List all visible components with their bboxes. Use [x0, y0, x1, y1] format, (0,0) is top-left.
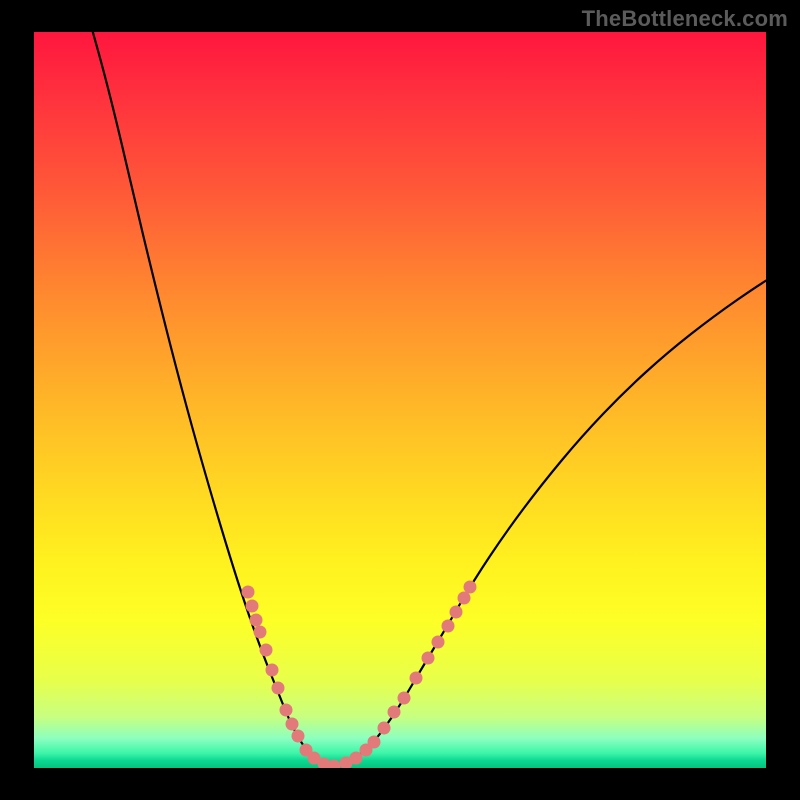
- plot-area: [34, 32, 766, 768]
- curve-marker-dot: [410, 672, 423, 685]
- curve-marker-dot: [272, 682, 285, 695]
- curve-svg: [34, 32, 766, 768]
- curve-marker-dot: [242, 586, 255, 599]
- curve-marker-dot: [266, 664, 279, 677]
- curve-marker-dot: [250, 614, 263, 627]
- curve-marker-dot: [450, 606, 463, 619]
- curve-marker-dot: [464, 581, 477, 594]
- watermark-text: TheBottleneck.com: [582, 6, 788, 32]
- curve-marker-dot: [388, 706, 401, 719]
- curve-marker-dot: [280, 704, 293, 717]
- curve-marker-dot: [254, 626, 267, 639]
- curve-marker-dot: [378, 722, 391, 735]
- curve-marker-dot: [442, 620, 455, 633]
- curve-marker-dot: [432, 636, 445, 649]
- curve-marker-dot: [260, 644, 273, 657]
- curve-marker-dot: [398, 692, 411, 705]
- curve-marker-dot: [458, 592, 471, 605]
- curve-marker-dot: [246, 600, 259, 613]
- chart-frame: TheBottleneck.com: [0, 0, 800, 800]
- curve-marker-group: [242, 581, 477, 769]
- curve-marker-dot: [292, 730, 305, 743]
- curve-marker-dot: [368, 736, 381, 749]
- curve-marker-dot: [422, 652, 435, 665]
- curve-marker-dot: [286, 718, 299, 731]
